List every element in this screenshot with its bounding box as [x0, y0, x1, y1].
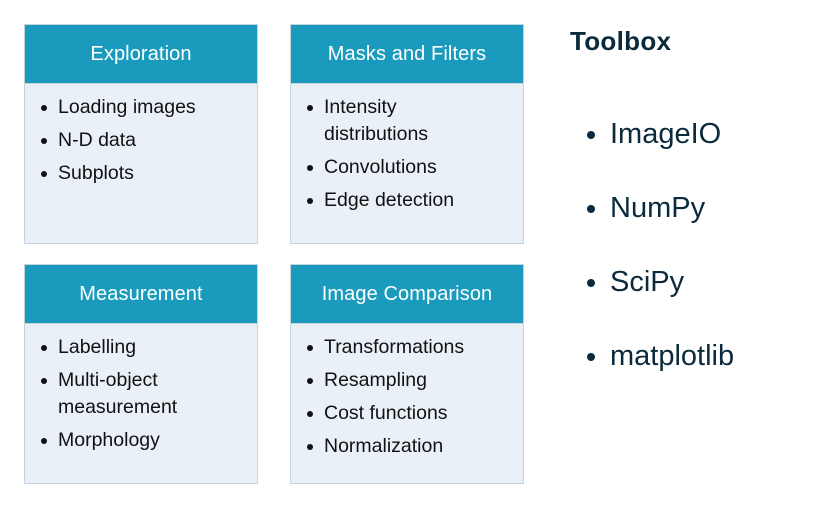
card-item-list: Loading images N-D data Subplots — [25, 84, 257, 187]
card-measurement: Measurement Labelling Multi-object measu… — [24, 264, 258, 484]
card-item-list: Labelling Multi-object measurement Morph… — [25, 324, 234, 454]
list-item: Intensity distributions — [305, 94, 505, 148]
toolbox-item: NumPy — [585, 186, 734, 230]
card-masks-and-filters: Masks and Filters Intensity distribution… — [290, 24, 524, 244]
list-item: N-D data — [39, 127, 247, 154]
card-title: Image Comparison — [291, 265, 523, 324]
toolbox-item: ImageIO — [585, 112, 734, 156]
card-title: Exploration — [25, 25, 257, 84]
toolbox-title: Toolbox — [570, 26, 672, 56]
list-item: Morphology — [39, 427, 224, 454]
list-item: Subplots — [39, 160, 247, 187]
list-item: Resampling — [305, 367, 513, 394]
card-exploration: Exploration Loading images N-D data Subp… — [24, 24, 258, 244]
list-item: Transformations — [305, 334, 513, 361]
list-item: Convolutions — [305, 154, 505, 181]
toolbox-item: SciPy — [585, 260, 734, 304]
card-item-list: Intensity distributions Convolutions Edg… — [291, 84, 515, 214]
list-item: Normalization — [305, 433, 513, 460]
list-item: Edge detection — [305, 187, 505, 214]
list-item: Loading images — [39, 94, 247, 121]
list-item: Cost functions — [305, 400, 513, 427]
toolbox-list: ImageIO NumPy SciPy matplotlib — [585, 112, 734, 408]
list-item: Multi-object measurement — [39, 367, 224, 421]
list-item: Labelling — [39, 334, 224, 361]
card-image-comparison: Image Comparison Transformations Resampl… — [290, 264, 524, 484]
card-title: Measurement — [25, 265, 257, 324]
card-item-list: Transformations Resampling Cost function… — [291, 324, 523, 460]
card-title: Masks and Filters — [291, 25, 523, 84]
toolbox-item: matplotlib — [585, 334, 734, 378]
